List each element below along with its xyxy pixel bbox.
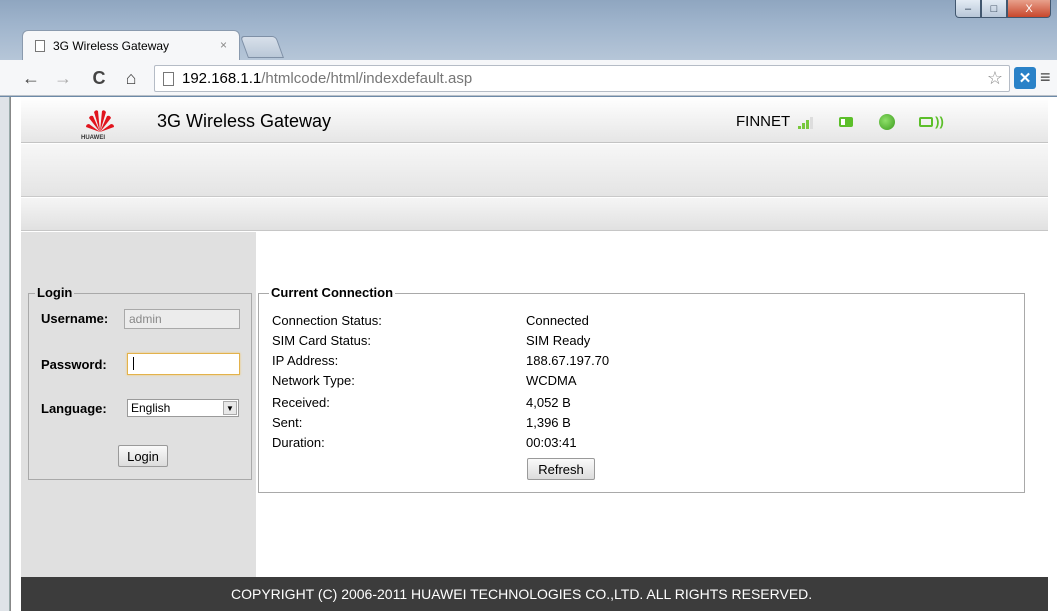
- url-path: /htmlcode/html/indexdefault.asp: [261, 70, 473, 87]
- submenu-band: [21, 198, 1048, 231]
- row-label: IP Address:: [272, 353, 339, 368]
- wifi-status-icon: )): [919, 114, 945, 129]
- logo-text: HUAWEI: [81, 135, 105, 141]
- row-label: SIM Card Status:: [272, 333, 371, 348]
- minimize-button[interactable]: –: [955, 0, 981, 18]
- page-viewport: HUAWEI 3G Wireless Gateway FINNET )) Log…: [10, 97, 1057, 611]
- tab-title: 3G Wireless Gateway: [53, 38, 170, 53]
- row-label: Duration:: [272, 435, 325, 450]
- back-icon[interactable]: ←: [20, 67, 42, 89]
- text-caret: [133, 357, 134, 370]
- url-host: 192.168.1.1: [182, 70, 262, 87]
- browser-toolbar: ← → C ⌂ 192.168.1.1/htmlcode/html/indexd…: [0, 60, 1057, 96]
- row-value: Connected: [526, 313, 589, 328]
- gateway-header: HUAWEI 3G Wireless Gateway FINNET )): [21, 97, 1048, 143]
- row-value: 188.67.197.70: [526, 353, 610, 368]
- row-label: Connection Status:: [272, 313, 382, 328]
- row-value: SIM Ready: [526, 333, 591, 348]
- scrollbar[interactable]: [0, 97, 10, 611]
- row-value: WCDMA: [526, 373, 577, 388]
- password-input[interactable]: [127, 353, 240, 375]
- address-bar[interactable]: 192.168.1.1/htmlcode/html/indexdefault.a…: [154, 65, 1010, 92]
- window-controls: – □ X: [955, 0, 1051, 18]
- status-icons: FINNET )): [736, 113, 945, 130]
- chevron-down-icon[interactable]: ▼: [223, 401, 237, 415]
- signal-strength-icon: [798, 115, 814, 129]
- maximize-button[interactable]: □: [981, 0, 1007, 18]
- reload-icon[interactable]: C: [88, 67, 110, 89]
- new-tab-button[interactable]: [239, 36, 285, 58]
- tab-close-icon[interactable]: ×: [220, 38, 227, 52]
- login-legend: Login: [35, 285, 75, 300]
- page-icon: [163, 71, 174, 86]
- username-label: Username:: [41, 311, 109, 326]
- menu-icon[interactable]: ≡: [1040, 67, 1051, 88]
- language-label: Language:: [41, 401, 107, 416]
- row-label: Sent:: [272, 415, 303, 430]
- browser-tab[interactable]: 3G Wireless Gateway ×: [22, 30, 240, 60]
- forward-icon[interactable]: →: [52, 67, 74, 89]
- sim-status-icon: [839, 116, 854, 127]
- row-value: 1,396 B: [526, 415, 571, 430]
- login-button[interactable]: Login: [118, 445, 168, 467]
- refresh-button[interactable]: Refresh: [527, 458, 595, 480]
- internet-status-icon: [879, 113, 896, 130]
- carrier-name: FINNET: [736, 113, 791, 130]
- row-label: Network Type:: [272, 373, 355, 388]
- language-select[interactable]: English ▼: [127, 399, 239, 417]
- connection-legend: Current Connection: [269, 285, 396, 300]
- home-icon[interactable]: ⌂: [120, 67, 142, 89]
- menu-band: [21, 144, 1048, 197]
- close-window-button[interactable]: X: [1007, 0, 1051, 18]
- bookmark-star-icon[interactable]: ☆: [987, 68, 1003, 89]
- username-input[interactable]: [124, 309, 240, 329]
- footer: COPYRIGHT (C) 2006-2011 HUAWEI TECHNOLOG…: [21, 577, 1048, 611]
- language-value: English: [131, 401, 171, 415]
- row-value: 4,052 B: [526, 395, 571, 410]
- huawei-logo-icon: [86, 110, 114, 132]
- row-label: Received:: [272, 395, 330, 410]
- page-icon: [35, 39, 45, 52]
- row-value: 00:03:41: [526, 435, 577, 450]
- copyright-text: COPYRIGHT (C) 2006-2011 HUAWEI TECHNOLOG…: [231, 586, 813, 602]
- extension-icon[interactable]: ✕: [1014, 67, 1036, 89]
- password-label: Password:: [41, 357, 107, 372]
- page-title: 3G Wireless Gateway: [157, 111, 332, 131]
- window-titlebar: – □ X 3G Wireless Gateway ×: [0, 0, 1057, 60]
